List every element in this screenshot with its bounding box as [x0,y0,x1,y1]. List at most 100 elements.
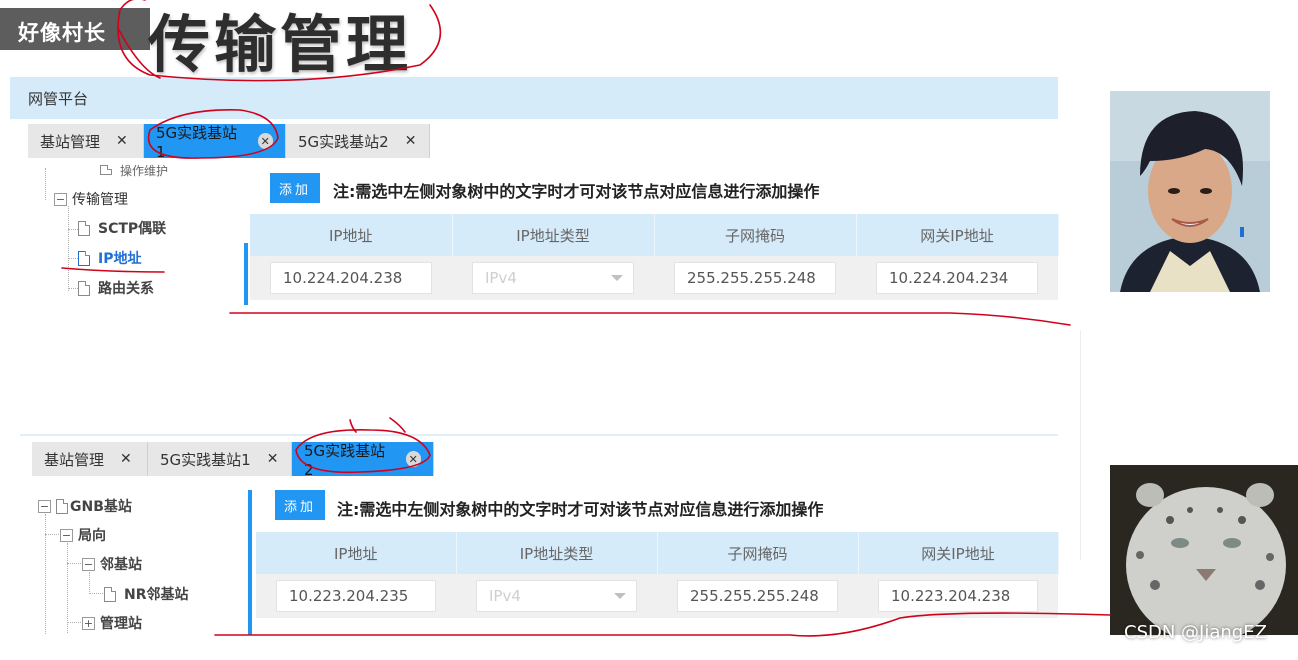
tree-connector [89,593,103,594]
tree-connector [45,514,46,634]
table-row: 10.223.204.235 IPv4 255.255.255.248 10.2… [256,574,1058,618]
tree-node-nr-neighbor[interactable]: NR邻基站 [104,584,189,604]
tab-label: 基站管理 [44,450,105,469]
row-underline-annotation [229,312,1071,326]
column-header: 网关IP地址 [858,532,1059,574]
tree-node-label: 管理站 [100,616,142,632]
leopard-image [1110,465,1298,635]
hint-text: 注:需选中左侧对象树中的文字时才可对该节点对应信息进行添加操作 [337,500,824,519]
tree-connector [45,534,59,535]
tree-node-ip-address[interactable]: IP地址 [78,248,141,268]
tab-label: 5G实践基站1 [160,450,251,469]
table-cell: IPv4 [452,256,654,300]
tab-5g-site-1[interactable]: 5G实践基站1 ✕ [148,442,292,476]
ip-type-select[interactable]: IPv4 [476,580,637,612]
tree-node-label: 路由关系 [98,281,154,297]
tree-connector [89,572,90,594]
close-icon[interactable]: ✕ [405,451,421,467]
section-divider [1080,330,1081,560]
tree-node-gnb[interactable]: − GNB基站 [38,496,132,516]
tree-node-mgmt-station[interactable]: + 管理站 [82,613,142,633]
tree-node-label: GNB基站 [70,499,132,515]
chevron-down-icon [611,275,623,281]
file-icon [100,165,112,175]
tree-node-route[interactable]: 路由关系 [78,278,154,298]
table-cell: 10.224.204.238 [250,256,452,300]
close-icon[interactable]: ✕ [405,133,417,149]
leopard-photo [1110,465,1298,635]
watermark-text: CSDN @JiangEZ [1124,622,1267,643]
file-icon [104,586,116,602]
tree-node-label: IP地址 [98,251,142,267]
tree-node-partial[interactable]: 操作维护 [100,163,168,177]
tree-node-transport-mgmt[interactable]: − 传输管理 [54,189,128,209]
tab-label: 5G实践基站1 [156,123,238,161]
column-header: 网关IP地址 [856,214,1059,256]
tree-node-label: NR邻基站 [124,587,189,603]
platform-header: 网管平台 [10,77,1058,119]
portrait-image [1110,91,1270,292]
tab-base-station-mgmt[interactable]: 基站管理 ✕ [32,442,148,476]
add-button[interactable]: 添加 [270,173,320,203]
tree-connector [68,258,78,259]
tree-connector [45,168,46,200]
add-button[interactable]: 添加 [275,490,325,520]
page-title: 传输管理 [148,8,413,81]
tab-label: 5G实践基站2 [304,441,386,479]
file-icon [78,280,90,296]
chevron-down-icon [614,593,626,599]
tree-node-sctp[interactable]: SCTP偶联 [78,218,166,238]
ip-type-select[interactable]: IPv4 [472,262,634,294]
column-header: IP地址 [250,214,453,256]
column-header: 子网掩码 [657,532,859,574]
subnet-mask-input[interactable]: 255.255.255.248 [677,580,838,612]
ip-table: IP地址 IP地址类型 子网掩码 网关IP地址 10.223.204.235 I… [256,532,1059,618]
panel-accent-bar [244,243,248,305]
tree-node-label: 操作维护 [120,163,169,178]
gateway-ip-input[interactable]: 10.224.204.234 [876,262,1038,294]
ip-underline-annotation [61,267,165,273]
close-icon[interactable]: ✕ [116,133,128,149]
table-cell: 10.224.204.234 [856,256,1058,300]
ip-address-input[interactable]: 10.223.204.235 [276,580,436,612]
subnet-mask-input[interactable]: 255.255.255.248 [674,262,836,294]
tab-5g-site-1[interactable]: 5G实践基站1 ✕ [144,123,286,161]
column-header: IP地址 [256,532,457,574]
expand-icon[interactable]: + [82,616,95,630]
column-header: IP地址类型 [452,214,655,256]
table-cell: 255.255.255.248 [657,574,858,618]
tree-node-label: 传输管理 [72,192,128,208]
tree-node-direction[interactable]: − 局向 [60,525,106,545]
collapse-icon[interactable]: − [60,528,73,542]
tree-node-label: SCTP偶联 [98,221,167,237]
tab-5g-site-2[interactable]: 5G实践基站2 ✕ [286,124,430,158]
tab-label: 基站管理 [40,132,101,151]
file-icon [78,250,90,266]
table-cell: 10.223.204.235 [256,574,456,618]
table-cell: 10.223.204.238 [858,574,1058,618]
tab-5g-site-2[interactable]: 5G实践基站2 ✕ [292,441,434,479]
table-cell: IPv4 [456,574,657,618]
tree-node-neighbor[interactable]: − 邻基站 [82,554,142,574]
collapse-icon[interactable]: − [82,557,95,571]
tree-connector [67,543,68,633]
close-icon[interactable]: ✕ [267,451,279,467]
tree-connector [68,206,69,291]
section-divider [20,434,1058,436]
hint-text: 注:需选中左侧对象树中的文字时才可对该节点对应信息进行添加操作 [333,182,820,201]
close-icon[interactable]: ✕ [257,133,273,149]
tab-base-station-mgmt[interactable]: 基站管理 ✕ [28,124,144,158]
file-icon [56,498,68,514]
top-tabbar: 基站管理 ✕ 5G实践基站1 ✕ 5G实践基站2 ✕ [28,123,430,161]
collapse-icon[interactable]: − [54,192,67,206]
tab-label: 5G实践基站2 [298,132,389,151]
platform-title: 网管平台 [28,90,89,108]
table-row: 10.224.204.238 IPv4 255.255.255.248 10.2… [250,256,1058,300]
file-icon [78,220,90,236]
collapse-icon[interactable]: − [38,499,51,513]
close-icon[interactable]: ✕ [120,451,132,467]
ip-table: IP地址 IP地址类型 子网掩码 网关IP地址 10.224.204.238 I… [250,214,1059,300]
column-header: 子网掩码 [654,214,857,256]
ip-address-input[interactable]: 10.224.204.238 [270,262,432,294]
gateway-ip-input[interactable]: 10.223.204.238 [878,580,1038,612]
